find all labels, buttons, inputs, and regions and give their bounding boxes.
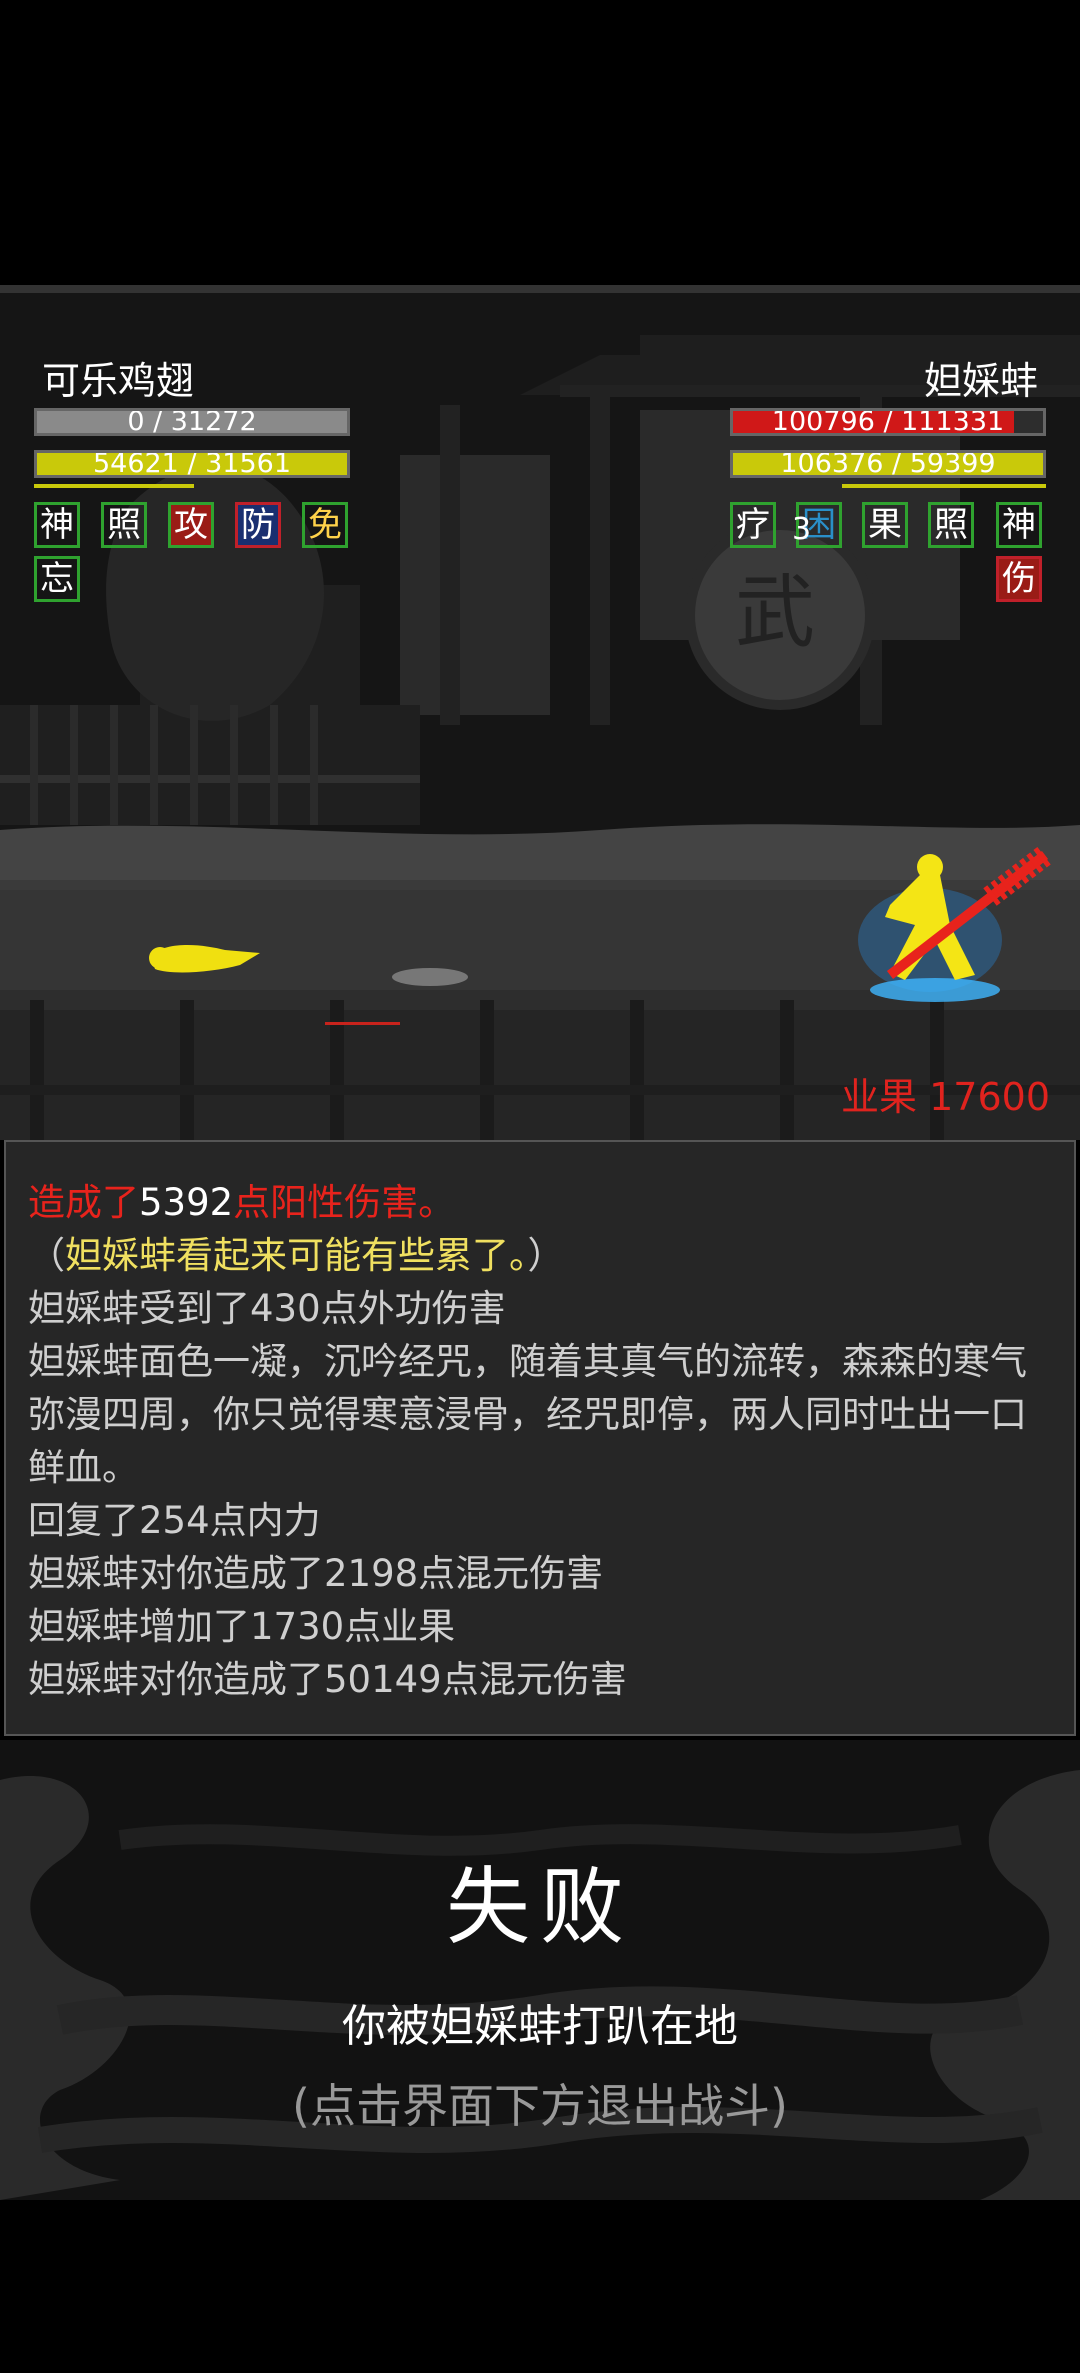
log-line: 妲婇蚌面色一凝，沉吟经咒，随着其真气的流转，森森的寒气弥漫四周，你只觉得寒意浸骨… [28, 1340, 1027, 1489]
player-sub-bar [34, 484, 194, 488]
karma-label: 业果 [841, 1075, 918, 1119]
enemy-status-liao[interactable]: 疗 [730, 502, 776, 548]
log-line-tired: （妲婇蚌看起来可能有些累了。） [28, 1229, 1052, 1282]
enemy-status-guo[interactable]: 果 [862, 502, 908, 548]
player-status-shen[interactable]: 神 [34, 502, 80, 548]
player-name: 可乐鸡翅 [42, 359, 195, 403]
player-mp-bar: 54621 / 31561 [34, 450, 350, 478]
enemy-mp-bar: 106376 / 59399 [730, 450, 1046, 478]
enemy-hp-bar: 100796 / 111331 [730, 408, 1046, 436]
combat-log[interactable]: 造成了5392点阳性伤害。 （妲婇蚌看起来可能有些累了。） 妲婇蚌受到了430点… [4, 1140, 1076, 1736]
player-status-mian[interactable]: 免 [302, 502, 348, 548]
enemy-status-shang[interactable]: 伤 [996, 556, 1042, 602]
karma-value: 17600 [929, 1075, 1050, 1119]
enemy-status-stack-count: 3 [792, 512, 812, 547]
player-status-fang[interactable]: 防 [235, 502, 281, 548]
player-mp-text: 54621 / 31561 [92, 450, 292, 478]
log-paren-close: ） [527, 1234, 565, 1277]
log-damage-value: 5392 [139, 1181, 234, 1224]
player-hp-bar: 0 / 31272 [34, 408, 350, 436]
defeat-title: 失败 [445, 1858, 634, 1956]
log-damage-suffix: 点阳性伤害。 [233, 1181, 456, 1224]
log-line-damage: 造成了5392点阳性伤害。 [28, 1176, 1052, 1229]
log-line: 回复了254点内力 [28, 1499, 321, 1542]
enemy-status-zhao[interactable]: 照 [928, 502, 974, 548]
log-damage-prefix: 造成了 [28, 1181, 139, 1224]
log-line: 妲婇蚌对你造成了2198点混元伤害 [28, 1552, 604, 1595]
player-status-zhao[interactable]: 照 [101, 502, 147, 548]
log-paren-open: （ [28, 1234, 65, 1277]
enemy-hp-text: 100796 / 111331 [771, 408, 1005, 436]
enemy-status-shen[interactable]: 神 [996, 502, 1042, 548]
defeat-message: 你被妲婇蚌打趴在地 [342, 2001, 738, 2052]
player-hp-text: 0 / 31272 [127, 408, 257, 436]
log-line: 妲婇蚌对你造成了50149点混元伤害 [28, 1658, 627, 1701]
enemy-sub-bar [842, 484, 1046, 488]
player-status-gong[interactable]: 攻 [168, 502, 214, 548]
log-tired-text: 妲婇蚌看起来可能有些累了。 [65, 1234, 528, 1277]
exit-battle-hint[interactable]: (点击界面下方退出战斗) [0, 2070, 1080, 2136]
karma-readout: 业果 17600 [841, 1066, 1050, 1121]
svg-text:武: 武 [735, 566, 815, 659]
log-faded-top [28, 1142, 1052, 1176]
enemy-name: 妲婇蚌 [923, 359, 1038, 403]
player-status-wang[interactable]: 忘 [34, 556, 80, 602]
enemy-mp-text: 106376 / 59399 [780, 450, 996, 478]
log-line: 妲婇蚌受到了430点外功伤害 [28, 1287, 506, 1330]
log-line: 妲婇蚌增加了1730点业果 [28, 1605, 456, 1648]
